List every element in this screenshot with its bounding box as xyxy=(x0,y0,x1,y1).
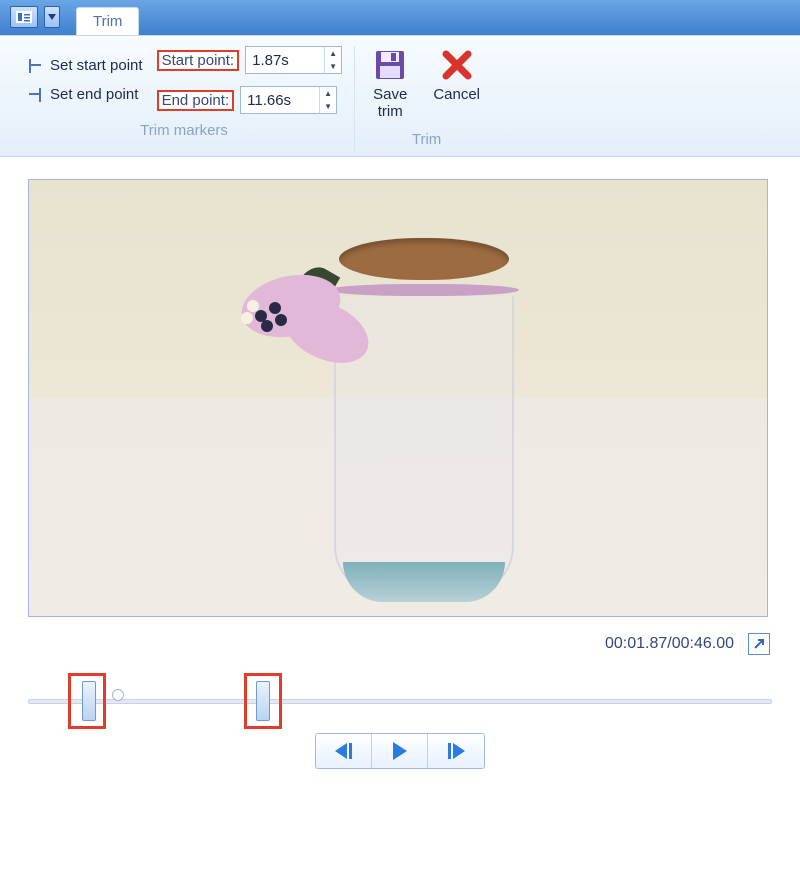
end-point-up[interactable]: ▲ xyxy=(320,87,336,100)
quick-access-dropdown[interactable] xyxy=(44,6,60,28)
trim-end-handle[interactable] xyxy=(256,681,270,721)
group-trim-markers: Set start point Set end point Start poin… xyxy=(14,46,355,154)
cancel-button[interactable]: Cancel xyxy=(427,46,486,123)
group-caption-markers: Trim markers xyxy=(140,114,228,145)
trim-start-handle[interactable] xyxy=(82,681,96,721)
expand-icon xyxy=(752,637,766,651)
group-caption-trim: Trim xyxy=(412,123,441,154)
cancel-label: Cancel xyxy=(433,86,480,103)
time-display: 00:01.87/00:46.00 xyxy=(605,635,734,653)
close-icon xyxy=(440,48,474,82)
play-icon xyxy=(393,742,407,760)
time-display-row: 00:01.87/00:46.00 xyxy=(0,623,800,659)
tab-trim[interactable]: Trim xyxy=(76,7,139,35)
save-trim-button[interactable]: Save trim xyxy=(367,46,413,123)
previous-frame-button[interactable] xyxy=(316,734,372,768)
playback-controls xyxy=(0,727,800,787)
set-start-point-button[interactable]: Set start point xyxy=(26,57,143,74)
title-bar: Trim xyxy=(0,0,800,36)
set-end-point-button[interactable]: Set end point xyxy=(26,86,143,103)
view-menu-button[interactable] xyxy=(10,6,38,28)
start-point-caption: Start point: xyxy=(157,50,240,71)
save-trim-label: Save trim xyxy=(373,86,407,121)
set-start-label: Set start point xyxy=(50,57,143,74)
end-point-input[interactable] xyxy=(241,87,319,113)
save-icon xyxy=(373,48,407,82)
start-point-down[interactable]: ▼ xyxy=(325,60,341,73)
end-point-icon xyxy=(26,87,44,103)
fullscreen-button[interactable] xyxy=(748,633,770,655)
chevron-down-icon xyxy=(48,14,56,20)
end-point-down[interactable]: ▼ xyxy=(320,100,336,113)
end-point-spinner[interactable]: ▲ ▼ xyxy=(240,86,337,114)
video-preview xyxy=(28,179,768,617)
list-icon xyxy=(16,11,32,23)
preview-image xyxy=(329,238,519,608)
seek-area xyxy=(0,659,800,727)
play-button[interactable] xyxy=(372,734,428,768)
group-trim: Save trim Cancel Trim xyxy=(355,46,498,154)
next-frame-button[interactable] xyxy=(428,734,484,768)
set-end-label: Set end point xyxy=(50,86,138,103)
step-back-icon xyxy=(335,743,347,759)
track-line xyxy=(28,699,772,704)
step-forward-icon xyxy=(453,743,465,759)
playhead[interactable] xyxy=(112,689,124,701)
tab-label: Trim xyxy=(93,13,122,30)
start-point-icon xyxy=(26,58,44,74)
seek-track[interactable] xyxy=(28,677,772,725)
start-point-input[interactable] xyxy=(246,47,324,73)
ribbon: Set start point Set end point Start poin… xyxy=(0,36,800,157)
end-point-caption: End point: xyxy=(157,90,235,111)
quick-access-bar xyxy=(0,0,70,35)
start-point-spinner[interactable]: ▲ ▼ xyxy=(245,46,342,74)
start-point-up[interactable]: ▲ xyxy=(325,47,341,60)
